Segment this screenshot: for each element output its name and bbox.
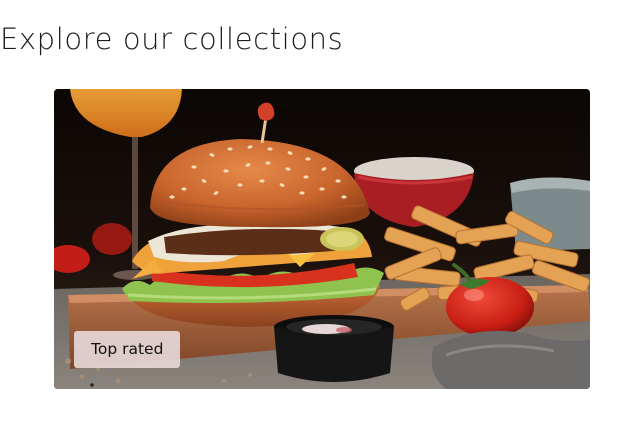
collections-section: Explore our collections Top rated <box>0 0 620 441</box>
top-rated-badge: Top rated <box>74 331 181 368</box>
section-title: Explore our collections <box>0 22 344 56</box>
collection-card[interactable]: Top rated <box>54 89 590 389</box>
